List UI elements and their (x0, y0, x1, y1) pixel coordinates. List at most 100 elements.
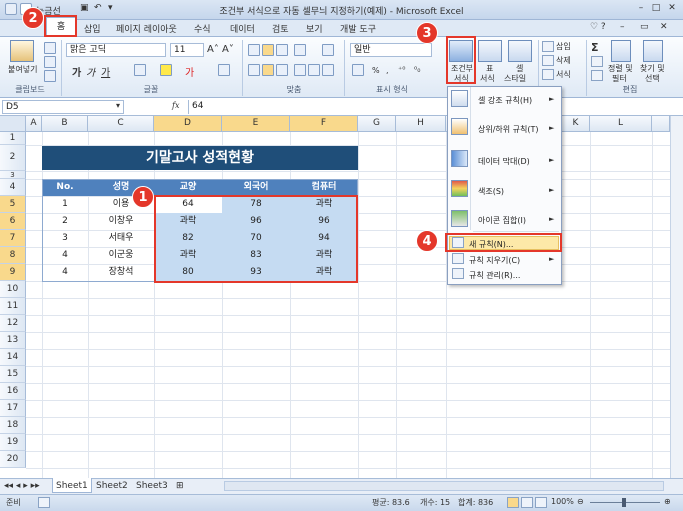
sort-filter-line2[interactable]: 필터 (612, 73, 627, 84)
find-select-icon[interactable] (643, 40, 663, 62)
fill-icon[interactable] (591, 56, 603, 67)
vertical-scrollbar[interactable] (670, 116, 683, 478)
italic-icon[interactable]: 가 (86, 64, 95, 79)
percent-icon[interactable]: % (372, 66, 380, 75)
sheet-tab-3[interactable]: Sheet3 (136, 481, 168, 491)
row-header[interactable]: 15 (0, 366, 26, 383)
row-header[interactable]: 14 (0, 349, 26, 366)
font-grow-icon[interactable]: A˄ (207, 44, 219, 55)
row-header[interactable]: 3 (0, 171, 26, 179)
tab-data[interactable]: 데이터 (230, 22, 255, 35)
border-icon[interactable] (134, 64, 146, 76)
cell-style-icon[interactable] (508, 40, 532, 62)
cut-icon[interactable] (44, 42, 56, 54)
insert-cells-button[interactable]: 삽입 (556, 41, 571, 52)
find-select-line2[interactable]: 선택 (645, 73, 660, 84)
row-header[interactable]: 11 (0, 298, 26, 315)
page-break-view-icon[interactable] (535, 497, 547, 508)
sort-filter-icon[interactable] (611, 40, 631, 62)
row-header[interactable]: 18 (0, 417, 26, 434)
fill-color-icon[interactable] (160, 64, 172, 76)
delete-cells-icon[interactable] (542, 55, 554, 66)
underline-icon[interactable]: 가 (101, 64, 110, 79)
align-bottom-icon[interactable] (276, 44, 288, 56)
clear-icon[interactable] (591, 70, 603, 81)
insert-cells-icon[interactable] (542, 41, 554, 52)
row-header[interactable]: 20 (0, 451, 26, 468)
align-right-icon[interactable] (276, 64, 288, 76)
row-header[interactable]: 17 (0, 400, 26, 417)
menu-item-icon-sets[interactable]: 아이콘 집합(I) (478, 215, 548, 226)
help-icon[interactable]: ♡ ? (590, 22, 606, 32)
bold-icon[interactable]: 가 (72, 64, 81, 79)
align-left-icon[interactable] (248, 64, 260, 76)
insert-sheet-icon[interactable]: ⊞ (176, 481, 184, 491)
close-icon[interactable]: ✕ (666, 2, 678, 14)
column-header[interactable]: D (154, 116, 222, 132)
restore-icon[interactable]: ▭ (640, 22, 649, 32)
currency-icon[interactable] (352, 64, 364, 76)
row-header[interactable]: 4 (0, 179, 26, 196)
column-header[interactable]: G (358, 116, 396, 132)
sheet-title[interactable]: 기말고사 성적현황 (42, 146, 358, 170)
row-header[interactable]: 10 (0, 281, 26, 298)
menu-item-color-scales[interactable]: 색조(S) (478, 186, 548, 197)
name-box[interactable]: D5 (2, 100, 124, 114)
number-format-select[interactable]: 일반 (350, 43, 432, 57)
orientation-icon[interactable] (294, 44, 306, 56)
tab-review[interactable]: 검토 (272, 22, 289, 35)
wrap-text-icon[interactable] (322, 44, 334, 56)
menu-item-highlight-rules[interactable]: 셀 강조 규칙(H) (478, 95, 548, 106)
row-header[interactable]: 13 (0, 332, 26, 349)
select-all-corner[interactable] (0, 116, 26, 132)
zoom-out-icon[interactable]: ⊖ (577, 497, 584, 506)
table-format-line2[interactable]: 서식 (480, 73, 495, 84)
format-cells-button[interactable]: 서식 (556, 69, 571, 80)
font-size-select[interactable]: 11 (170, 43, 204, 57)
column-header[interactable]: L (590, 116, 652, 132)
close-workbook-icon[interactable]: ✕ (660, 22, 668, 32)
column-header[interactable]: C (88, 116, 154, 132)
merge-center-icon[interactable] (322, 64, 334, 76)
row-header[interactable]: 5 (0, 196, 26, 213)
comma-icon[interactable]: , (386, 66, 389, 75)
column-header[interactable]: K (562, 116, 590, 132)
font-name-select[interactable]: 맑은 고딕 (66, 43, 166, 57)
align-middle-icon[interactable] (262, 44, 274, 56)
column-header[interactable]: A (26, 116, 42, 132)
menu-item-clear-rules[interactable]: 규칙 지우기(C) (469, 255, 539, 266)
column-header-partial[interactable] (652, 116, 670, 132)
row-header[interactable]: 2 (0, 145, 26, 171)
name-box-dropdown-icon[interactable]: ▾ (116, 101, 120, 110)
menu-item-top-bottom-rules[interactable]: 상위/하위 규칙(T) (478, 124, 548, 135)
indent-increase-icon[interactable] (308, 64, 320, 76)
paste-icon[interactable] (10, 40, 34, 62)
cell-style-line2[interactable]: 스타일 (504, 73, 526, 84)
font-shrink-icon[interactable]: A˅ (222, 44, 234, 55)
paste-button[interactable]: 붙여넣기 (8, 64, 37, 75)
page-layout-view-icon[interactable] (521, 497, 533, 508)
sheet-tab-1[interactable]: Sheet1 (56, 481, 88, 491)
delete-cells-button[interactable]: 삭제 (556, 55, 571, 66)
align-top-icon[interactable] (248, 44, 260, 56)
tab-page-layout[interactable]: 페이지 레이아웃 (116, 22, 177, 35)
column-header[interactable]: B (42, 116, 88, 132)
tab-formulas[interactable]: 수식 (194, 22, 211, 35)
indent-decrease-icon[interactable] (294, 64, 306, 76)
sheet-nav-icon[interactable]: ◂◂ ◂ ▸ ▸▸ (4, 481, 40, 491)
maximize-icon[interactable]: □ (650, 2, 662, 14)
minimize-icon[interactable]: – (635, 2, 647, 14)
row-header[interactable]: 7 (0, 230, 26, 247)
autosum-icon[interactable]: Σ (591, 41, 599, 54)
macro-record-icon[interactable] (38, 497, 50, 508)
horizontal-scrollbar[interactable] (224, 481, 664, 491)
sheet-tab-2[interactable]: Sheet2 (96, 481, 128, 491)
zoom-in-icon[interactable]: ⊕ (664, 497, 671, 506)
ribbon-minimize-icon[interactable]: – (620, 22, 625, 32)
tab-view[interactable]: 보기 (306, 22, 323, 35)
formula-input[interactable]: 64 (188, 100, 668, 114)
row-header[interactable]: 1 (0, 132, 26, 145)
table-format-icon[interactable] (478, 40, 502, 62)
column-header[interactable]: E (222, 116, 290, 132)
format-cells-icon[interactable] (542, 69, 554, 80)
